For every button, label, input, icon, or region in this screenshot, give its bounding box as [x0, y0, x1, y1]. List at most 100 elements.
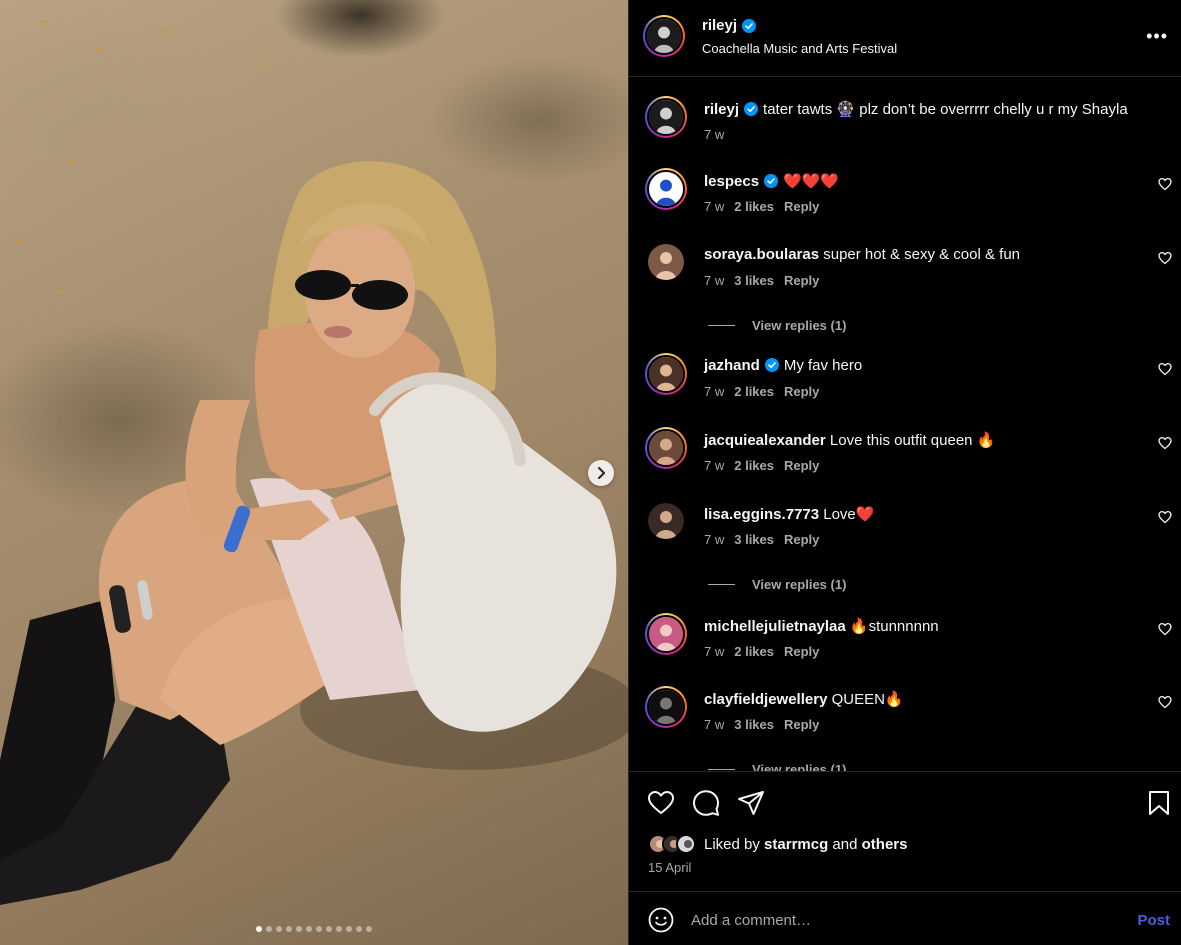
commenter-avatar[interactable] [645, 427, 687, 469]
comment-meta: 7 w 3 likes Reply [704, 532, 829, 547]
post-image[interactable] [0, 0, 628, 945]
more-options-button[interactable]: ••• [1146, 26, 1168, 47]
comment-username[interactable]: michellejulietnaylaa [704, 618, 846, 635]
comment-meta: 7 w 3 likes Reply [704, 273, 829, 288]
reply-button[interactable]: Reply [784, 458, 819, 473]
comment-likes[interactable]: 2 likes [734, 644, 774, 659]
add-comment-bar: Post [629, 891, 1181, 945]
comment-like-heart-icon[interactable] [1158, 251, 1172, 265]
view-replies-button[interactable]: View replies (1) [708, 762, 846, 771]
reply-button[interactable]: Reply [784, 717, 819, 732]
comment-likes[interactable]: 2 likes [734, 384, 774, 399]
liked-by-and: and [832, 835, 858, 853]
reply-button[interactable]: Reply [784, 644, 819, 659]
comments-list[interactable]: rileyj tater tawts 🎡 plz don’t be overrrr… [629, 78, 1181, 771]
liked-by-user[interactable]: starrmcg [764, 836, 828, 853]
reply-button[interactable]: Reply [784, 384, 819, 399]
commenter-avatar[interactable] [648, 244, 684, 280]
comment-like-heart-icon[interactable] [1158, 510, 1172, 524]
comment-likes[interactable]: 3 likes [734, 717, 774, 732]
commenter-avatar[interactable] [645, 96, 687, 138]
comment-username[interactable]: lespecs [704, 173, 759, 190]
view-replies-button[interactable]: View replies (1) [708, 318, 846, 333]
commenter-avatar[interactable] [645, 686, 687, 728]
commenter-avatar[interactable] [645, 613, 687, 655]
comment-time[interactable]: 7 w [704, 199, 724, 214]
comment-username[interactable]: jazhand [704, 357, 760, 374]
comment-time[interactable]: 7 w [704, 273, 724, 288]
caption-comment: rileyj tater tawts 🎡 plz don’t be overrrr… [629, 96, 1181, 150]
commenter-avatar[interactable] [645, 353, 687, 395]
comment-item: clayfieldjewellery QUEEN🔥 7 w 3 likes Reply [629, 686, 1181, 740]
replies-divider [708, 769, 735, 770]
author-username-row[interactable]: rileyj [702, 17, 757, 34]
heart-icon[interactable] [647, 789, 675, 817]
carousel-dot [356, 926, 362, 932]
reply-button[interactable]: Reply [784, 273, 819, 288]
emoji-icon[interactable] [648, 907, 674, 933]
comment-username[interactable]: rileyj [704, 101, 739, 118]
comment-likes[interactable]: 3 likes [734, 273, 774, 288]
post-date[interactable]: 15 April [648, 860, 691, 875]
comment-like-heart-icon[interactable] [1158, 177, 1172, 191]
chevron-right-icon [598, 467, 605, 479]
post-location[interactable]: Coachella Music and Arts Festival [702, 41, 897, 56]
comment-time[interactable]: 7 w [704, 127, 724, 142]
comment-body: 🔥stunnnnnn [849, 618, 939, 635]
comment-body: Love❤️ [823, 506, 875, 523]
likes-summary[interactable]: Liked by starrmcg and others [648, 834, 907, 854]
comment-text-line: lespecs ❤️❤️❤️ [704, 172, 839, 190]
comment-time[interactable]: 7 w [704, 717, 724, 732]
carousel-indicator [0, 926, 628, 932]
comment-like-heart-icon[interactable] [1158, 695, 1172, 709]
comment-username[interactable]: lisa.eggins.7773 [704, 506, 819, 523]
comment-time[interactable]: 7 w [704, 532, 724, 547]
comment-time[interactable]: 7 w [704, 458, 724, 473]
comment-likes[interactable]: 3 likes [734, 532, 774, 547]
view-replies-label: View replies (1) [752, 318, 847, 333]
comment-body: tater tawts 🎡 plz don’t be overrrrr chel… [763, 101, 1128, 118]
comment-icon[interactable] [692, 789, 720, 817]
comment-body: QUEEN🔥 [831, 691, 904, 708]
author-avatar[interactable] [643, 15, 685, 57]
reply-button[interactable]: Reply [784, 532, 819, 547]
liked-by-others[interactable]: others [862, 836, 908, 853]
reply-button[interactable]: Reply [784, 199, 819, 214]
comment-username[interactable]: soraya.boularas [704, 246, 819, 263]
liked-by-prefix: Liked by [704, 835, 760, 853]
post-header: rileyj Coachella Music and Arts Festival… [629, 0, 1181, 77]
comment-like-heart-icon[interactable] [1158, 436, 1172, 450]
view-replies-label: View replies (1) [752, 762, 847, 771]
comment-item: soraya.boularas super hot & sexy & cool … [629, 244, 1181, 296]
comment-time[interactable]: 7 w [704, 384, 724, 399]
comment-username[interactable]: clayfieldjewellery [704, 691, 827, 708]
next-slide-button[interactable] [588, 460, 614, 486]
comment-like-heart-icon[interactable] [1158, 622, 1172, 636]
carousel-dot [286, 926, 292, 932]
commenter-avatar[interactable] [645, 168, 687, 210]
comment-body: super hot & sexy & cool & fun [823, 246, 1021, 263]
add-comment-input[interactable] [691, 909, 1111, 931]
comment-body: My fav hero [783, 357, 863, 374]
view-replies-button[interactable]: View replies (1) [708, 577, 846, 592]
author-username[interactable]: rileyj [702, 17, 737, 34]
post-comment-button[interactable]: Post [1137, 912, 1170, 929]
verified-badge-icon [764, 358, 779, 372]
liker-avatar [676, 834, 696, 854]
comment-time[interactable]: 7 w [704, 644, 724, 659]
comment-meta: 7 w 2 likes Reply [704, 458, 829, 473]
comment-like-heart-icon[interactable] [1158, 362, 1172, 376]
bookmark-icon[interactable] [1145, 789, 1173, 817]
comment-item: jazhand My fav hero 7 w 2 likes Reply [629, 353, 1181, 407]
carousel-dot [326, 926, 332, 932]
share-icon[interactable] [737, 789, 765, 817]
comment-likes[interactable]: 2 likes [734, 458, 774, 473]
comment-text-line: michellejulietnaylaa 🔥stunnnnnn [704, 617, 939, 635]
comment-text-line: lisa.eggins.7773 Love❤️ [704, 505, 874, 523]
comment-likes[interactable]: 2 likes [734, 199, 774, 214]
comment-text-line: clayfieldjewellery QUEEN🔥 [704, 690, 904, 708]
commenter-avatar[interactable] [648, 503, 684, 539]
action-bar: Liked by starrmcg and others 15 April [629, 771, 1181, 891]
comment-meta: 7 w 2 likes Reply [704, 644, 829, 659]
comment-username[interactable]: jacquiealexander [704, 432, 826, 449]
